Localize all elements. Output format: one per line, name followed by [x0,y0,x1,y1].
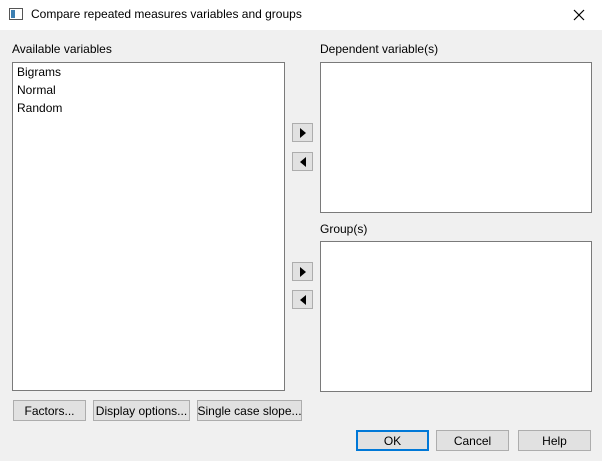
available-variables-list[interactable]: Bigrams Normal Random [12,62,285,391]
available-variables-label: Available variables [12,42,112,56]
factors-button[interactable]: Factors... [13,400,86,421]
move-to-groups-button[interactable] [292,262,313,281]
groups-list[interactable] [320,241,592,392]
help-button[interactable]: Help [518,430,591,451]
list-item[interactable]: Bigrams [13,63,284,81]
single-case-slope-button[interactable]: Single case slope... [197,400,302,421]
dependent-variables-list[interactable] [320,62,592,213]
dependent-variables-label: Dependent variable(s) [320,42,439,56]
arrow-right-icon [299,127,306,138]
list-item[interactable]: Normal [13,81,284,99]
move-to-dependent-button[interactable] [292,123,313,142]
remove-from-groups-button[interactable] [292,290,313,309]
groups-label: Group(s) [320,222,368,236]
arrow-left-icon [299,294,306,305]
close-button[interactable] [556,0,602,30]
dialog-window: Compare repeated measures variables and … [0,0,602,461]
app-icon [9,8,23,20]
display-options-button[interactable]: Display options... [93,400,190,421]
title-bar: Compare repeated measures variables and … [0,0,602,30]
arrow-right-icon [299,266,306,277]
ok-button[interactable]: OK [356,430,429,451]
cancel-button[interactable]: Cancel [436,430,509,451]
arrow-left-icon [299,156,306,167]
window-title: Compare repeated measures variables and … [31,7,302,21]
close-icon [573,9,585,21]
remove-from-dependent-button[interactable] [292,152,313,171]
list-item[interactable]: Random [13,99,284,117]
